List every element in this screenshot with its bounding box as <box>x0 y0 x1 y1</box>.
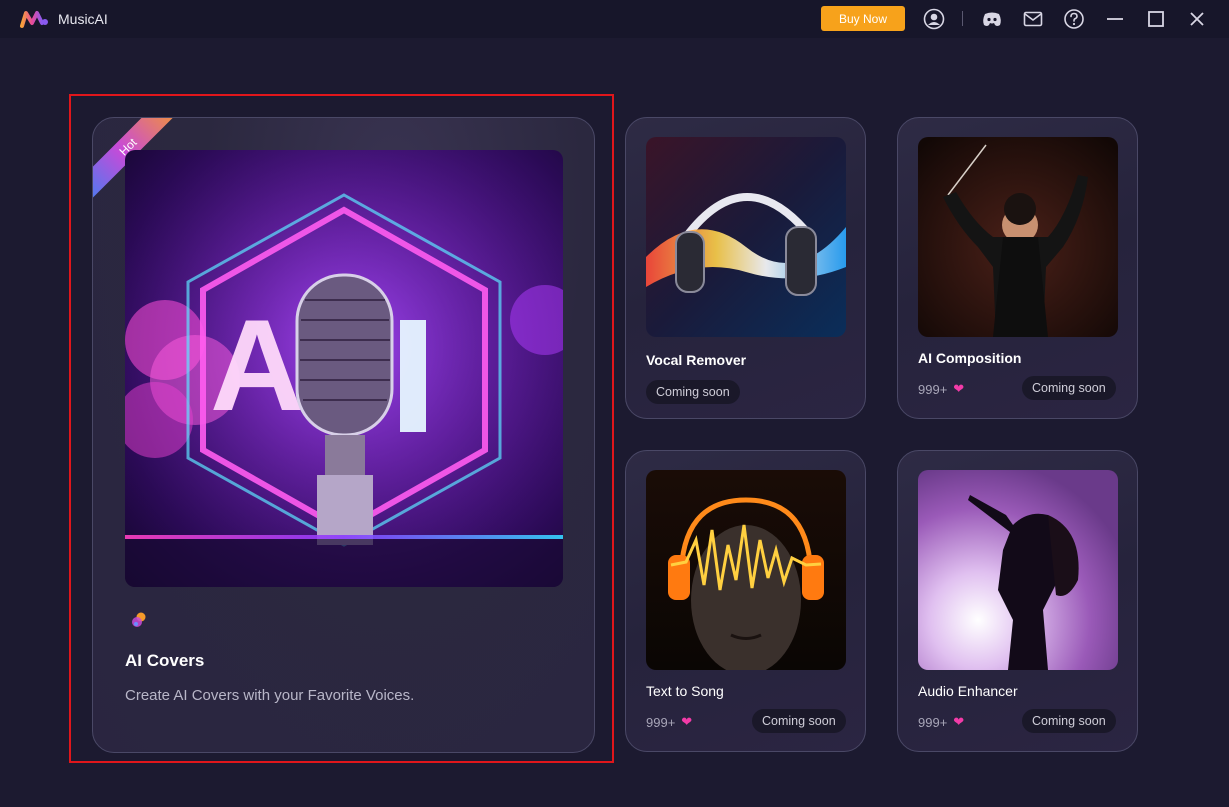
ai-composition-count: 999+ ❤ <box>918 381 964 397</box>
vocal-remover-card[interactable]: Vocal Remover Coming soon <box>625 117 866 419</box>
text-to-song-count-text: 999+ <box>646 714 676 730</box>
ai-covers-card[interactable]: Hot A AI Covers Create AI Covers with yo… <box>92 117 595 753</box>
buy-now-button[interactable]: Buy Now <box>821 6 905 31</box>
discord-icon[interactable] <box>981 8 1003 30</box>
heart-icon: ❤ <box>681 714 693 729</box>
minimize-icon[interactable] <box>1104 8 1126 30</box>
user-icon[interactable] <box>923 8 945 30</box>
close-icon[interactable] <box>1186 8 1208 30</box>
text-to-song-card[interactable]: Text to Song 999+ ❤ Coming soon <box>625 450 866 752</box>
ai-covers-title: AI Covers <box>125 651 205 670</box>
audio-enhancer-status: Coming soon <box>1022 709 1116 733</box>
app-title: MusicAI <box>58 11 108 27</box>
text-to-song-status: Coming soon <box>752 709 846 733</box>
audio-enhancer-card[interactable]: Audio Enhancer 999+ ❤ Coming soon <box>897 450 1138 752</box>
ai-composition-title: AI Composition <box>918 350 1022 366</box>
ai-composition-status: Coming soon <box>1022 376 1116 400</box>
text-to-song-count: 999+ ❤ <box>646 714 692 730</box>
ai-composition-count-text: 999+ <box>918 381 948 397</box>
ai-covers-image: A <box>125 150 563 587</box>
heart-icon: ❤ <box>953 381 965 396</box>
audio-enhancer-image <box>918 470 1118 670</box>
musicai-logo-icon <box>20 11 48 28</box>
maximize-icon[interactable] <box>1145 8 1167 30</box>
mail-icon[interactable] <box>1022 8 1044 30</box>
audio-enhancer-count: 999+ ❤ <box>918 714 964 730</box>
ai-letter-a: A <box>210 292 304 438</box>
ai-composition-image <box>918 137 1118 337</box>
text-to-song-title: Text to Song <box>646 683 724 699</box>
heart-icon: ❤ <box>953 714 965 729</box>
ai-composition-card[interactable]: AI Composition 999+ ❤ Coming soon <box>897 117 1138 419</box>
title-bar: MusicAI Buy Now <box>0 0 1229 38</box>
ai-covers-icon <box>132 612 146 627</box>
vocal-remover-image <box>646 137 846 337</box>
title-bar-divider <box>962 11 963 26</box>
vocal-remover-status: Coming soon <box>646 380 740 404</box>
ai-covers-description: Create AI Covers with your Favorite Voic… <box>125 687 415 704</box>
text-to-song-image <box>646 470 846 670</box>
audio-enhancer-count-text: 999+ <box>918 714 948 730</box>
vocal-remover-title: Vocal Remover <box>646 352 747 368</box>
audio-enhancer-title: Audio Enhancer <box>918 683 1018 699</box>
help-icon[interactable] <box>1063 8 1085 30</box>
